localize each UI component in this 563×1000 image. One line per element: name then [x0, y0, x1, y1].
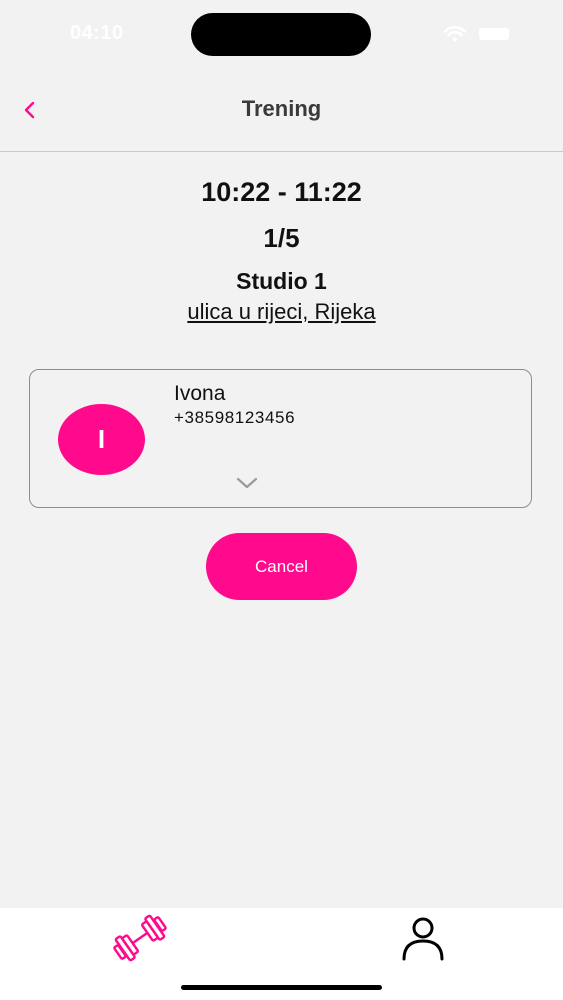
session-time-range: 10:22 - 11:22: [201, 177, 362, 207]
attendee-card[interactable]: I Ivona +38598123456: [29, 369, 532, 508]
nav-bar: Trening: [0, 70, 563, 152]
home-indicator: [181, 985, 382, 990]
tab-training[interactable]: [108, 910, 172, 966]
chevron-down-icon: [236, 477, 258, 489]
expand-toggle[interactable]: [232, 472, 262, 494]
page-title: Trening: [241, 96, 322, 121]
dynamic-island: [191, 13, 371, 56]
tab-bar: [0, 908, 563, 1000]
attendee-phone: +38598123456: [174, 408, 296, 427]
session-info: 10:22 - 11:22 1/5 Studio 1 ulica u rijec…: [0, 172, 563, 327]
status-bar: 04:10: [0, 0, 563, 70]
dumbbell-icon: [113, 914, 167, 962]
attendee-name: Ivona: [174, 382, 226, 405]
wifi-icon: [444, 26, 466, 42]
cancel-button[interactable]: Cancel: [206, 533, 357, 600]
tab-profile[interactable]: [393, 910, 453, 966]
address-link[interactable]: ulica u rijeci, Rijeka: [187, 297, 375, 327]
person-icon: [402, 917, 444, 961]
battery-icon: [479, 28, 509, 40]
studio-name: Studio 1: [236, 268, 327, 294]
session-capacity: 1/5: [263, 223, 300, 253]
status-time: 04:10: [70, 22, 124, 44]
avatar: I: [58, 404, 145, 475]
